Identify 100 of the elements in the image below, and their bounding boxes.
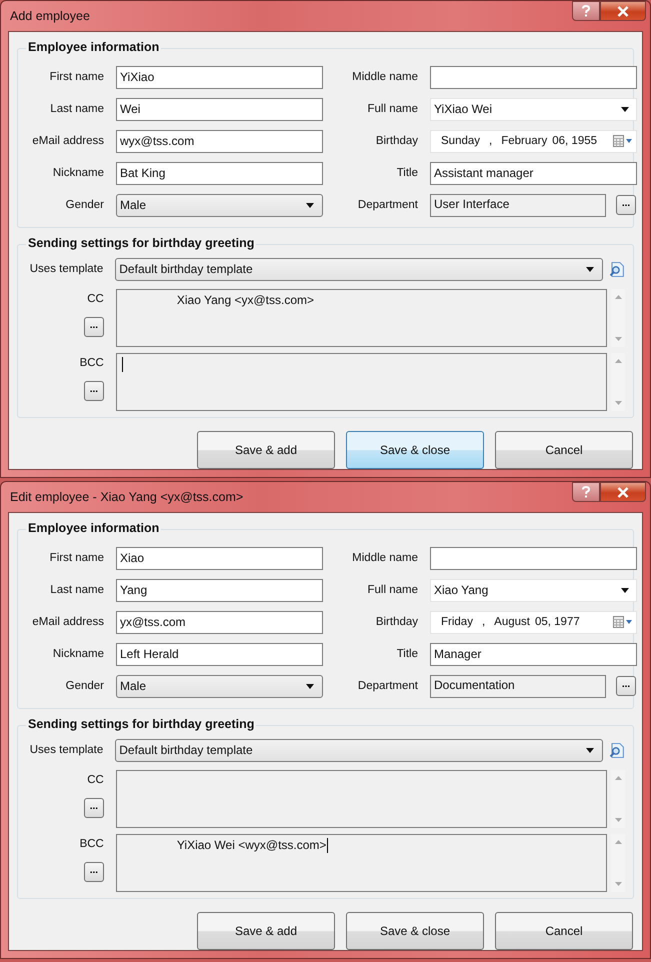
field-label: First name bbox=[48, 71, 104, 83]
dialog-button[interactable]: Save & close bbox=[346, 912, 484, 950]
text-field[interactable]: yx@tss.com bbox=[116, 610, 323, 634]
text-field[interactable]: YiXiao bbox=[116, 66, 323, 88]
browse-button[interactable]: ... bbox=[616, 195, 636, 215]
scroll-up-icon[interactable] bbox=[614, 840, 622, 844]
dialog-button[interactable]: Save & add bbox=[197, 431, 335, 469]
recipients-field[interactable]: Xiao Yang <yx@tss.com> bbox=[116, 289, 608, 347]
text-field[interactable]: Xiao bbox=[116, 546, 323, 570]
browse-button[interactable]: ... bbox=[616, 676, 636, 696]
close-icon bbox=[617, 486, 629, 498]
text-field[interactable]: Bat King bbox=[116, 162, 323, 184]
field-label: Last name bbox=[49, 584, 104, 596]
field-label: Birthday bbox=[374, 616, 418, 628]
text-field[interactable]: Left Herald bbox=[116, 642, 323, 666]
help-button[interactable] bbox=[572, 1, 600, 21]
dropdown-arrow-icon bbox=[306, 202, 314, 208]
browse-button[interactable]: ... bbox=[84, 862, 104, 882]
preview-icon[interactable] bbox=[609, 260, 625, 278]
scrollbar[interactable] bbox=[611, 770, 625, 828]
field-label: eMail address bbox=[31, 616, 104, 628]
dialog-button[interactable]: Cancel bbox=[495, 912, 633, 950]
field-label: Nickname bbox=[52, 167, 104, 179]
dialog-button[interactable]: Save & add bbox=[197, 912, 335, 950]
field-label: eMail address bbox=[31, 135, 104, 147]
field-label: Middle name bbox=[351, 552, 418, 564]
group-title: Sending settings for birthday greeting bbox=[26, 236, 256, 250]
text-field[interactable]: Manager bbox=[430, 642, 637, 666]
dropdown[interactable]: Default birthday template bbox=[115, 738, 604, 762]
field-label: Uses template bbox=[28, 263, 104, 275]
dialog-button[interactable]: Cancel bbox=[495, 431, 633, 469]
field-label: Nickname bbox=[52, 648, 104, 660]
close-button[interactable] bbox=[600, 1, 646, 21]
field-label: BCC bbox=[80, 838, 104, 850]
window-title: Edit employee - Xiao Yang <yx@tss.com> bbox=[9, 490, 244, 504]
field-label: CC bbox=[87, 774, 104, 786]
browse-button[interactable]: ... bbox=[84, 317, 104, 337]
text-field[interactable]: wyx@tss.com bbox=[116, 130, 323, 152]
scrollbar[interactable] bbox=[611, 834, 625, 892]
text-field[interactable]: Yang bbox=[116, 578, 323, 602]
preview-icon[interactable] bbox=[609, 742, 625, 758]
scroll-down-icon[interactable] bbox=[614, 401, 622, 405]
dropdown-arrow-icon bbox=[621, 106, 629, 112]
recipients-field[interactable]: YiXiao Wei <wyx@tss.com> bbox=[116, 834, 608, 892]
close-icon bbox=[617, 6, 629, 16]
dropdown[interactable]: Default birthday template bbox=[115, 258, 604, 280]
field-label: Department bbox=[356, 199, 418, 211]
dropdown-arrow-icon bbox=[586, 748, 594, 752]
combo-box[interactable]: YiXiao Wei bbox=[430, 98, 637, 120]
field-label: Department bbox=[356, 680, 418, 692]
field-label: Title bbox=[396, 648, 418, 660]
window-title: Add employee bbox=[9, 9, 90, 23]
text-field[interactable]: Documentation bbox=[430, 674, 606, 698]
scrollbar[interactable] bbox=[611, 289, 625, 347]
dropdown-arrow-icon bbox=[586, 266, 594, 272]
browse-button[interactable]: ... bbox=[84, 381, 104, 401]
field-label: Uses template bbox=[28, 744, 104, 756]
field-label: Full name bbox=[366, 103, 418, 115]
field-label: Full name bbox=[366, 584, 418, 596]
date-picker[interactable]: Sunday , February 06, 1955 bbox=[430, 130, 637, 152]
dropdown[interactable]: Male bbox=[116, 194, 323, 216]
calendar-icon bbox=[613, 135, 633, 147]
scroll-up-icon[interactable] bbox=[614, 359, 622, 363]
date-picker[interactable]: Friday , August 05, 1977 bbox=[430, 610, 637, 634]
text-field[interactable]: Assistant manager bbox=[430, 162, 637, 184]
scroll-up-icon[interactable] bbox=[614, 776, 622, 780]
group-title: Sending settings for birthday greeting bbox=[26, 717, 256, 731]
help-icon bbox=[581, 5, 591, 17]
group-title: Employee information bbox=[26, 40, 162, 54]
help-button[interactable] bbox=[572, 482, 600, 502]
browse-button[interactable]: ... bbox=[84, 798, 104, 818]
field-label: First name bbox=[48, 552, 104, 564]
scroll-down-icon[interactable] bbox=[614, 882, 622, 886]
scroll-down-icon[interactable] bbox=[614, 818, 622, 822]
text-field[interactable]: User Interface bbox=[430, 194, 606, 216]
dialog-button[interactable]: Save & close bbox=[346, 431, 484, 469]
field-label: Middle name bbox=[351, 71, 418, 83]
close-button[interactable] bbox=[600, 482, 646, 502]
dropdown-arrow-icon bbox=[306, 684, 314, 688]
text-field[interactable] bbox=[430, 66, 637, 88]
combo-box[interactable]: Xiao Yang bbox=[430, 578, 637, 602]
field-label: Title bbox=[396, 167, 418, 179]
recipients-field[interactable] bbox=[116, 353, 608, 411]
text-field[interactable]: Wei bbox=[116, 98, 323, 120]
field-label: Last name bbox=[49, 103, 104, 115]
calendar-icon bbox=[613, 616, 633, 628]
scrollbar[interactable] bbox=[611, 353, 625, 411]
scroll-up-icon[interactable] bbox=[614, 295, 622, 299]
group-title: Employee information bbox=[26, 521, 162, 535]
field-label: Birthday bbox=[374, 135, 418, 147]
dropdown-arrow-icon bbox=[621, 588, 629, 592]
dropdown[interactable]: Male bbox=[116, 674, 323, 698]
text-field[interactable] bbox=[430, 546, 637, 570]
field-label: Gender bbox=[64, 680, 104, 692]
scroll-down-icon[interactable] bbox=[614, 337, 622, 341]
field-label: Gender bbox=[64, 199, 104, 211]
field-label: BCC bbox=[80, 357, 104, 369]
recipients-field[interactable] bbox=[116, 770, 608, 828]
field-label: CC bbox=[87, 293, 104, 305]
help-icon bbox=[581, 486, 591, 498]
